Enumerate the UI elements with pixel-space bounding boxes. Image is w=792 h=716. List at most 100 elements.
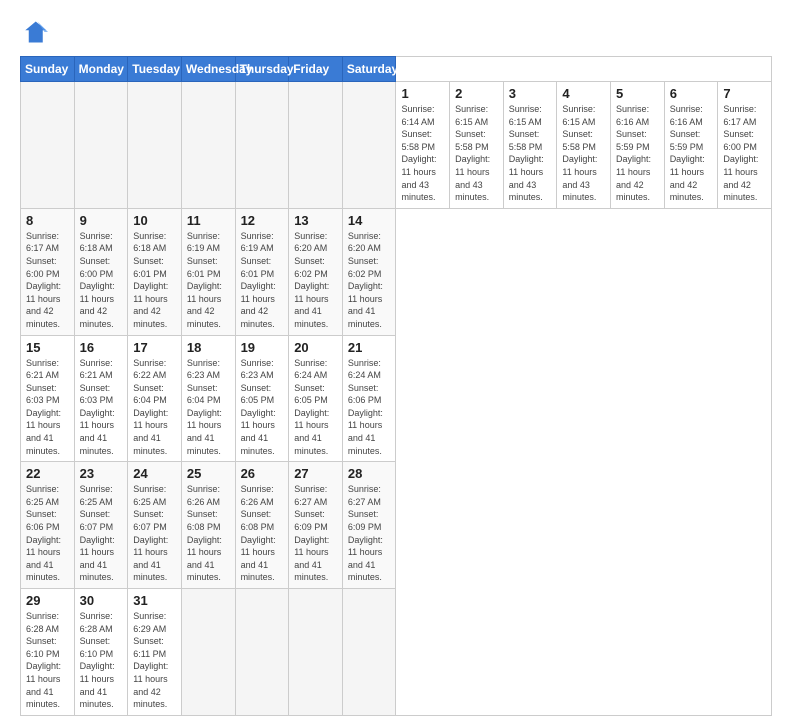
day-number: 30 xyxy=(80,593,123,608)
calendar-day-cell: 28 Sunrise: 6:27 AMSunset: 6:09 PMDaylig… xyxy=(342,462,396,589)
calendar-day-cell: 25 Sunrise: 6:26 AMSunset: 6:08 PMDaylig… xyxy=(181,462,235,589)
day-number: 22 xyxy=(26,466,69,481)
calendar-day-cell: 4 Sunrise: 6:15 AMSunset: 5:58 PMDayligh… xyxy=(557,82,611,209)
weekday-header-sunday: Sunday xyxy=(21,57,75,82)
weekday-header-row: SundayMondayTuesdayWednesdayThursdayFrid… xyxy=(21,57,772,82)
calendar-day-cell xyxy=(289,82,343,209)
day-number: 29 xyxy=(26,593,69,608)
calendar-day-cell: 11 Sunrise: 6:19 AMSunset: 6:01 PMDaylig… xyxy=(181,208,235,335)
day-info: Sunrise: 6:27 AMSunset: 6:09 PMDaylight:… xyxy=(294,484,329,582)
day-number: 13 xyxy=(294,213,337,228)
day-number: 12 xyxy=(241,213,284,228)
calendar-day-cell: 30 Sunrise: 6:28 AMSunset: 6:10 PMDaylig… xyxy=(74,589,128,716)
calendar-table: SundayMondayTuesdayWednesdayThursdayFrid… xyxy=(20,56,772,716)
day-info: Sunrise: 6:24 AMSunset: 6:06 PMDaylight:… xyxy=(348,358,383,456)
calendar-day-cell: 17 Sunrise: 6:22 AMSunset: 6:04 PMDaylig… xyxy=(128,335,182,462)
day-number: 27 xyxy=(294,466,337,481)
calendar-day-cell: 21 Sunrise: 6:24 AMSunset: 6:06 PMDaylig… xyxy=(342,335,396,462)
calendar-day-cell xyxy=(21,82,75,209)
calendar-day-cell xyxy=(235,589,289,716)
calendar-day-cell xyxy=(181,589,235,716)
day-info: Sunrise: 6:18 AMSunset: 6:00 PMDaylight:… xyxy=(80,231,115,329)
day-info: Sunrise: 6:28 AMSunset: 6:10 PMDaylight:… xyxy=(26,611,61,709)
day-info: Sunrise: 6:26 AMSunset: 6:08 PMDaylight:… xyxy=(241,484,276,582)
day-info: Sunrise: 6:20 AMSunset: 6:02 PMDaylight:… xyxy=(294,231,329,329)
calendar-day-cell: 18 Sunrise: 6:23 AMSunset: 6:04 PMDaylig… xyxy=(181,335,235,462)
weekday-header-wednesday: Wednesday xyxy=(181,57,235,82)
day-number: 20 xyxy=(294,340,337,355)
calendar-week-row: 22 Sunrise: 6:25 AMSunset: 6:06 PMDaylig… xyxy=(21,462,772,589)
calendar-day-cell: 2 Sunrise: 6:15 AMSunset: 5:58 PMDayligh… xyxy=(450,82,504,209)
day-info: Sunrise: 6:28 AMSunset: 6:10 PMDaylight:… xyxy=(80,611,115,709)
calendar-day-cell: 5 Sunrise: 6:16 AMSunset: 5:59 PMDayligh… xyxy=(611,82,665,209)
header xyxy=(20,18,772,46)
calendar-day-cell: 10 Sunrise: 6:18 AMSunset: 6:01 PMDaylig… xyxy=(128,208,182,335)
calendar-day-cell xyxy=(342,589,396,716)
day-info: Sunrise: 6:25 AMSunset: 6:07 PMDaylight:… xyxy=(80,484,115,582)
calendar-day-cell xyxy=(342,82,396,209)
day-number: 26 xyxy=(241,466,284,481)
calendar-day-cell xyxy=(128,82,182,209)
calendar-day-cell: 13 Sunrise: 6:20 AMSunset: 6:02 PMDaylig… xyxy=(289,208,343,335)
calendar-day-cell: 27 Sunrise: 6:27 AMSunset: 6:09 PMDaylig… xyxy=(289,462,343,589)
day-info: Sunrise: 6:17 AMSunset: 6:00 PMDaylight:… xyxy=(723,104,758,202)
calendar-day-cell: 7 Sunrise: 6:17 AMSunset: 6:00 PMDayligh… xyxy=(718,82,772,209)
day-number: 31 xyxy=(133,593,176,608)
day-number: 23 xyxy=(80,466,123,481)
day-info: Sunrise: 6:14 AMSunset: 5:58 PMDaylight:… xyxy=(401,104,436,202)
day-number: 3 xyxy=(509,86,552,101)
day-number: 24 xyxy=(133,466,176,481)
day-info: Sunrise: 6:25 AMSunset: 6:07 PMDaylight:… xyxy=(133,484,168,582)
calendar-day-cell: 12 Sunrise: 6:19 AMSunset: 6:01 PMDaylig… xyxy=(235,208,289,335)
calendar-day-cell xyxy=(235,82,289,209)
day-info: Sunrise: 6:19 AMSunset: 6:01 PMDaylight:… xyxy=(187,231,222,329)
day-number: 16 xyxy=(80,340,123,355)
day-number: 9 xyxy=(80,213,123,228)
logo-icon xyxy=(20,18,48,46)
day-info: Sunrise: 6:23 AMSunset: 6:05 PMDaylight:… xyxy=(241,358,276,456)
day-info: Sunrise: 6:15 AMSunset: 5:58 PMDaylight:… xyxy=(509,104,544,202)
weekday-header-monday: Monday xyxy=(74,57,128,82)
calendar-day-cell: 3 Sunrise: 6:15 AMSunset: 5:58 PMDayligh… xyxy=(503,82,557,209)
day-info: Sunrise: 6:26 AMSunset: 6:08 PMDaylight:… xyxy=(187,484,222,582)
day-number: 11 xyxy=(187,213,230,228)
day-info: Sunrise: 6:16 AMSunset: 5:59 PMDaylight:… xyxy=(616,104,651,202)
day-info: Sunrise: 6:23 AMSunset: 6:04 PMDaylight:… xyxy=(187,358,222,456)
calendar-day-cell: 22 Sunrise: 6:25 AMSunset: 6:06 PMDaylig… xyxy=(21,462,75,589)
day-number: 10 xyxy=(133,213,176,228)
calendar-day-cell: 14 Sunrise: 6:20 AMSunset: 6:02 PMDaylig… xyxy=(342,208,396,335)
calendar-day-cell: 20 Sunrise: 6:24 AMSunset: 6:05 PMDaylig… xyxy=(289,335,343,462)
day-info: Sunrise: 6:15 AMSunset: 5:58 PMDaylight:… xyxy=(455,104,490,202)
calendar-day-cell: 19 Sunrise: 6:23 AMSunset: 6:05 PMDaylig… xyxy=(235,335,289,462)
calendar-day-cell: 9 Sunrise: 6:18 AMSunset: 6:00 PMDayligh… xyxy=(74,208,128,335)
day-info: Sunrise: 6:15 AMSunset: 5:58 PMDaylight:… xyxy=(562,104,597,202)
day-number: 18 xyxy=(187,340,230,355)
day-info: Sunrise: 6:16 AMSunset: 5:59 PMDaylight:… xyxy=(670,104,705,202)
day-number: 14 xyxy=(348,213,391,228)
day-number: 7 xyxy=(723,86,766,101)
day-number: 8 xyxy=(26,213,69,228)
calendar-day-cell: 16 Sunrise: 6:21 AMSunset: 6:03 PMDaylig… xyxy=(74,335,128,462)
calendar-day-cell: 8 Sunrise: 6:17 AMSunset: 6:00 PMDayligh… xyxy=(21,208,75,335)
calendar-day-cell xyxy=(181,82,235,209)
day-number: 17 xyxy=(133,340,176,355)
logo xyxy=(20,18,52,46)
day-info: Sunrise: 6:18 AMSunset: 6:01 PMDaylight:… xyxy=(133,231,168,329)
calendar-day-cell: 26 Sunrise: 6:26 AMSunset: 6:08 PMDaylig… xyxy=(235,462,289,589)
day-info: Sunrise: 6:25 AMSunset: 6:06 PMDaylight:… xyxy=(26,484,61,582)
calendar-day-cell: 1 Sunrise: 6:14 AMSunset: 5:58 PMDayligh… xyxy=(396,82,450,209)
day-info: Sunrise: 6:19 AMSunset: 6:01 PMDaylight:… xyxy=(241,231,276,329)
page: SundayMondayTuesdayWednesdayThursdayFrid… xyxy=(0,0,792,612)
calendar-day-cell: 23 Sunrise: 6:25 AMSunset: 6:07 PMDaylig… xyxy=(74,462,128,589)
weekday-header-tuesday: Tuesday xyxy=(128,57,182,82)
weekday-header-friday: Friday xyxy=(289,57,343,82)
day-number: 2 xyxy=(455,86,498,101)
day-number: 1 xyxy=(401,86,444,101)
weekday-header-saturday: Saturday xyxy=(342,57,396,82)
day-info: Sunrise: 6:27 AMSunset: 6:09 PMDaylight:… xyxy=(348,484,383,582)
calendar-day-cell: 6 Sunrise: 6:16 AMSunset: 5:59 PMDayligh… xyxy=(664,82,718,209)
day-info: Sunrise: 6:20 AMSunset: 6:02 PMDaylight:… xyxy=(348,231,383,329)
calendar-day-cell xyxy=(74,82,128,209)
calendar-week-row: 1 Sunrise: 6:14 AMSunset: 5:58 PMDayligh… xyxy=(21,82,772,209)
day-info: Sunrise: 6:22 AMSunset: 6:04 PMDaylight:… xyxy=(133,358,168,456)
